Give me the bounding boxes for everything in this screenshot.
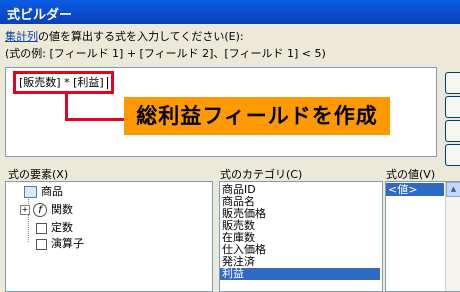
expand-plus-icon[interactable]: + bbox=[20, 205, 30, 215]
tree-item-products[interactable]: 商品 bbox=[24, 184, 63, 200]
ok-button[interactable] bbox=[445, 72, 460, 94]
table-icon bbox=[24, 186, 37, 198]
elements-tree[interactable]: 商品 + f 関数 定数 演算子 bbox=[5, 181, 213, 292]
example-text: (式の例: [フィールド 1] + [フィールド 2]、[フィールド 1] < … bbox=[5, 47, 326, 60]
expression-highlight: [販売数] * [利益] bbox=[13, 71, 114, 94]
title-bar: 式ビルダー bbox=[0, 0, 460, 24]
elements-label: 式の要素(X) bbox=[8, 168, 69, 181]
categories-list[interactable]: 商品ID 商品名 販売価格 販売数 在庫数 仕入価格 発注済 利益 bbox=[219, 181, 383, 292]
category-item[interactable]: 発注済 bbox=[220, 256, 380, 268]
categories-label: 式のカテゴリ(C) bbox=[220, 168, 303, 181]
callout-connector-horizontal bbox=[65, 118, 125, 121]
help-button[interactable] bbox=[445, 120, 460, 142]
constant-icon bbox=[36, 222, 47, 234]
operator-icon bbox=[36, 238, 47, 250]
values-scrollbar[interactable]: ▲ bbox=[445, 182, 460, 291]
values-list[interactable]: <値> ▲ bbox=[385, 181, 460, 292]
category-item-selected[interactable]: 利益 bbox=[220, 268, 380, 280]
tree-item-constants[interactable]: 定数 bbox=[36, 220, 73, 236]
tree-item-operators[interactable]: 演算子 bbox=[36, 236, 84, 252]
tree-item-functions[interactable]: + f 関数 bbox=[20, 202, 73, 218]
instruction-rest: の値を算出する式を入力してください(E): bbox=[38, 30, 244, 43]
annotation-callout: 総利益フィールドを作成 bbox=[124, 97, 390, 135]
cancel-button[interactable] bbox=[445, 96, 460, 118]
value-item-selected[interactable]: <値> bbox=[386, 183, 444, 196]
function-icon: f bbox=[33, 203, 47, 217]
scroll-up-arrow-icon[interactable]: ▲ bbox=[446, 182, 460, 197]
options-button[interactable] bbox=[445, 144, 460, 166]
values-label: 式の値(V) bbox=[386, 168, 436, 181]
text-caret bbox=[106, 77, 108, 89]
calculated-column-link[interactable]: 集計列 bbox=[5, 30, 38, 43]
instruction-text: 集計列の値を算出する式を入力してください(E): bbox=[5, 28, 244, 44]
window-title: 式ビルダー bbox=[7, 8, 73, 23]
expression-value: [販売数] * [利益] bbox=[19, 76, 104, 89]
callout-connector-vertical bbox=[65, 93, 68, 121]
